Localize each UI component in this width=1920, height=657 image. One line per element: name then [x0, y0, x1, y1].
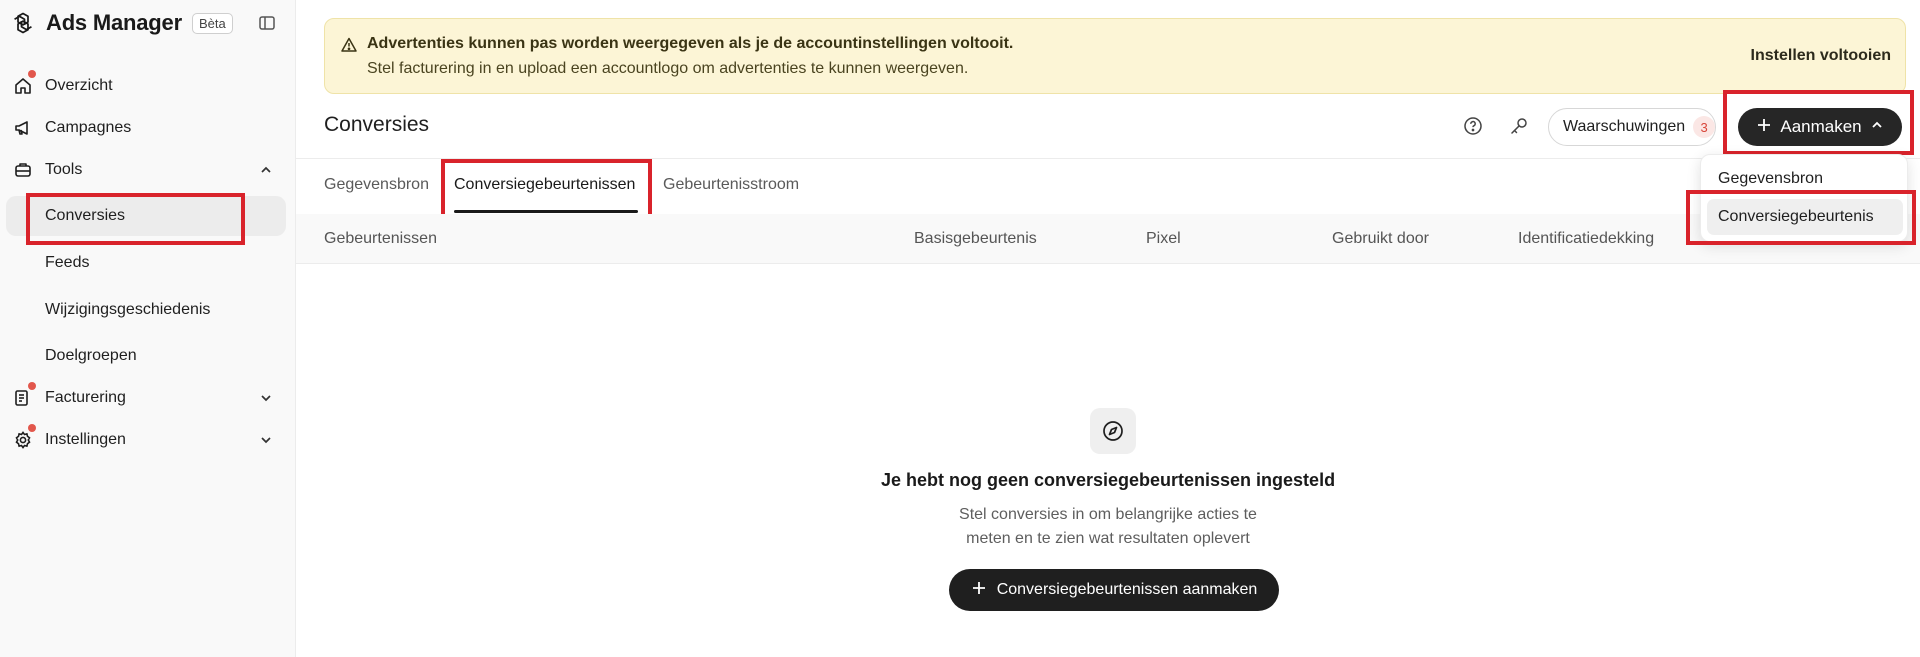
banner-subtitle: Stel facturering in en upload een accoun… [367, 60, 969, 77]
chevron-up-icon [1870, 118, 1884, 137]
column-header-identificatiedekking[interactable]: Identificatiedekking [1518, 230, 1654, 248]
sidebar-item-conversies[interactable]: Conversies [0, 196, 296, 236]
tab-gegevensbron[interactable]: Gegevensbron [324, 176, 429, 194]
sidebar-item-label: Tools [45, 161, 83, 178]
key-icon[interactable] [1503, 110, 1535, 142]
sidebar-toggle-icon[interactable] [256, 12, 278, 34]
notification-dot [28, 382, 36, 390]
sidebar-item-label: Feeds [45, 254, 90, 271]
sidebar-item-overzicht[interactable]: Overzicht [0, 66, 296, 106]
sidebar-item-feeds[interactable]: Feeds [0, 243, 296, 283]
app-title: Ads Manager [46, 10, 182, 35]
toolbox-icon [12, 159, 34, 181]
warnings-button[interactable]: Waarschuwingen 3 [1548, 108, 1716, 146]
empty-state-line-1: Stel conversies in om belangrijke acties… [959, 506, 1257, 523]
gear-icon [12, 429, 34, 451]
create-label: Aanmaken [1780, 117, 1862, 136]
chevron-down-icon [256, 430, 276, 450]
sidebar-item-label: Instellingen [45, 431, 126, 448]
column-header-pixel[interactable]: Pixel [1146, 230, 1181, 248]
sidebar-item-wijzigingsgeschiedenis[interactable]: Wijzigingsgeschiedenis [0, 290, 296, 330]
sidebar-item-label: Doelgroepen [45, 347, 137, 364]
column-header-gebeurtenissen[interactable]: Gebeurtenissen [324, 230, 437, 248]
sidebar-item-tools[interactable]: Tools [0, 150, 296, 190]
setup-warning-banner: Advertenties kunnen pas worden weergegev… [324, 18, 1906, 94]
empty-state-title: Je hebt nog geen conversiegebeurtenissen… [880, 470, 1336, 490]
active-tab-indicator [454, 210, 638, 213]
sidebar-item-campagnes[interactable]: Campagnes [0, 108, 296, 148]
sidebar-item-doelgroepen[interactable]: Doelgroepen [0, 336, 296, 376]
create-conversion-events-button[interactable]: Conversiegebeurtenissen aanmaken [949, 569, 1279, 611]
menu-item-conversiegebeurtenis[interactable]: Conversiegebeurtenis [1707, 199, 1903, 235]
notification-dot [28, 70, 36, 78]
sidebar-item-label: Facturering [45, 389, 126, 406]
compass-icon [1090, 408, 1136, 454]
chevron-down-icon [256, 388, 276, 408]
openai-logo-icon [10, 10, 36, 36]
sidebar: Ads Manager Bèta Overzicht Campagnes Too… [0, 0, 296, 657]
warnings-label: Waarschuwingen [1563, 118, 1686, 135]
sidebar-item-label: Wijzigingsgeschiedenis [45, 301, 211, 318]
page-title: Conversies [324, 113, 430, 136]
banner-title: Advertenties kunnen pas worden weergegev… [367, 35, 1014, 52]
column-header-basisgebeurtenis[interactable]: Basisgebeurtenis [914, 230, 1037, 248]
column-header-gebruikt-door[interactable]: Gebruikt door [1332, 230, 1429, 248]
create-dropdown-menu: Gegevensbron Conversiegebeurtenis [1700, 154, 1908, 242]
chevron-up-icon [256, 160, 276, 180]
empty-state-line-2: meten en te zien wat resultaten oplevert [966, 530, 1250, 547]
beta-badge: Bèta [191, 12, 233, 34]
invoice-icon [12, 387, 34, 409]
sidebar-item-label: Campagnes [45, 119, 132, 136]
header-divider [296, 158, 1920, 159]
warnings-count-badge: 3 [1693, 116, 1716, 138]
home-icon [12, 75, 34, 97]
sidebar-item-label: Conversies [45, 207, 126, 224]
sidebar-item-facturering[interactable]: Facturering [0, 378, 296, 418]
help-icon[interactable] [1457, 110, 1489, 142]
warning-triangle-icon [339, 35, 359, 55]
plus-icon [971, 580, 987, 601]
sidebar-item-label: Overzicht [45, 77, 113, 94]
complete-setup-link[interactable]: Instellen voltooien [1751, 47, 1891, 65]
megaphone-icon [12, 117, 34, 139]
sidebar-item-instellingen[interactable]: Instellingen [0, 420, 296, 460]
notification-dot [28, 424, 36, 432]
create-button[interactable]: Aanmaken [1738, 108, 1902, 146]
create-conversion-events-label: Conversiegebeurtenissen aanmaken [996, 581, 1258, 598]
table-header: Gebeurtenissen Basisgebeurtenis Pixel Ge… [296, 214, 1920, 264]
tab-gebeurtenisstroom[interactable]: Gebeurtenisstroom [663, 176, 799, 194]
menu-item-gegevensbron[interactable]: Gegevensbron [1707, 161, 1903, 197]
tab-conversiegebeurtenissen[interactable]: Conversiegebeurtenissen [454, 176, 635, 194]
plus-icon [1756, 117, 1772, 138]
brand[interactable]: Ads Manager Bèta [10, 8, 233, 38]
